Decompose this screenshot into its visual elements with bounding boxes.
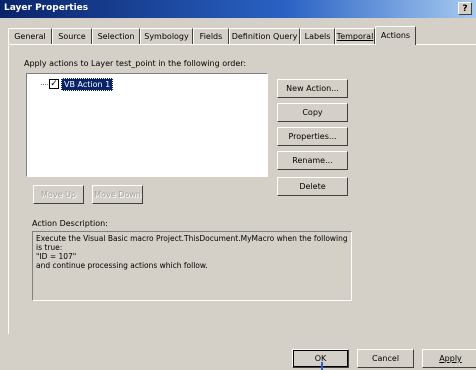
apply-button[interactable]: Apply (422, 349, 476, 368)
checkmark-icon: ✓ (50, 79, 58, 89)
layer-properties-dialog: Layer Properties ? General Source Select… (0, 0, 476, 370)
properties-button[interactable]: Properties... (277, 127, 348, 146)
move-down-button[interactable]: Move Down (92, 185, 143, 204)
action-checkbox[interactable]: ✓ (49, 79, 59, 89)
description-line: Execute the Visual Basic macro Project.T… (36, 234, 348, 243)
delete-button[interactable]: Delete (277, 177, 348, 196)
copy-button[interactable]: Copy (277, 103, 348, 122)
description-line: "ID = 107" (36, 252, 77, 261)
apply-label: Apply (439, 354, 462, 363)
move-up-button[interactable]: Move Up (33, 185, 84, 204)
tab-definition-query[interactable]: Definition Query (229, 28, 300, 44)
cancel-button[interactable]: Cancel (357, 349, 414, 368)
rename-button[interactable]: Rename... (277, 151, 348, 170)
tab-source[interactable]: Source (52, 28, 92, 44)
tab-symbology[interactable]: Symbology (140, 28, 193, 44)
focus-indicator (321, 362, 323, 370)
title-bar[interactable]: Layer Properties ? (0, 0, 476, 18)
actions-instruction: Apply actions to Layer test_point in the… (24, 59, 247, 68)
help-button[interactable]: ? (458, 2, 472, 15)
tab-general[interactable]: General (8, 28, 52, 44)
tab-temporal[interactable]: Temporal (335, 28, 375, 44)
tab-actions[interactable]: Actions (375, 26, 416, 45)
window-title: Layer Properties (4, 3, 89, 13)
action-description-box: Execute the Visual Basic macro Project.T… (32, 231, 352, 301)
description-line: is true: (36, 243, 63, 252)
tree-connector (41, 84, 48, 85)
actions-list[interactable]: ✓ VB Action 1 (26, 73, 268, 177)
tab-selection[interactable]: Selection (92, 28, 140, 44)
new-action-button[interactable]: New Action... (277, 79, 348, 98)
action-description-label: Action Description: (32, 219, 108, 228)
tab-fields[interactable]: Fields (193, 28, 229, 44)
description-line: and continue processing actions which fo… (36, 261, 208, 270)
tab-temporal-label: Temporal (336, 32, 374, 41)
tab-labels[interactable]: Labels (300, 28, 335, 44)
action-item-vb-action-1[interactable]: VB Action 1 (61, 78, 114, 91)
